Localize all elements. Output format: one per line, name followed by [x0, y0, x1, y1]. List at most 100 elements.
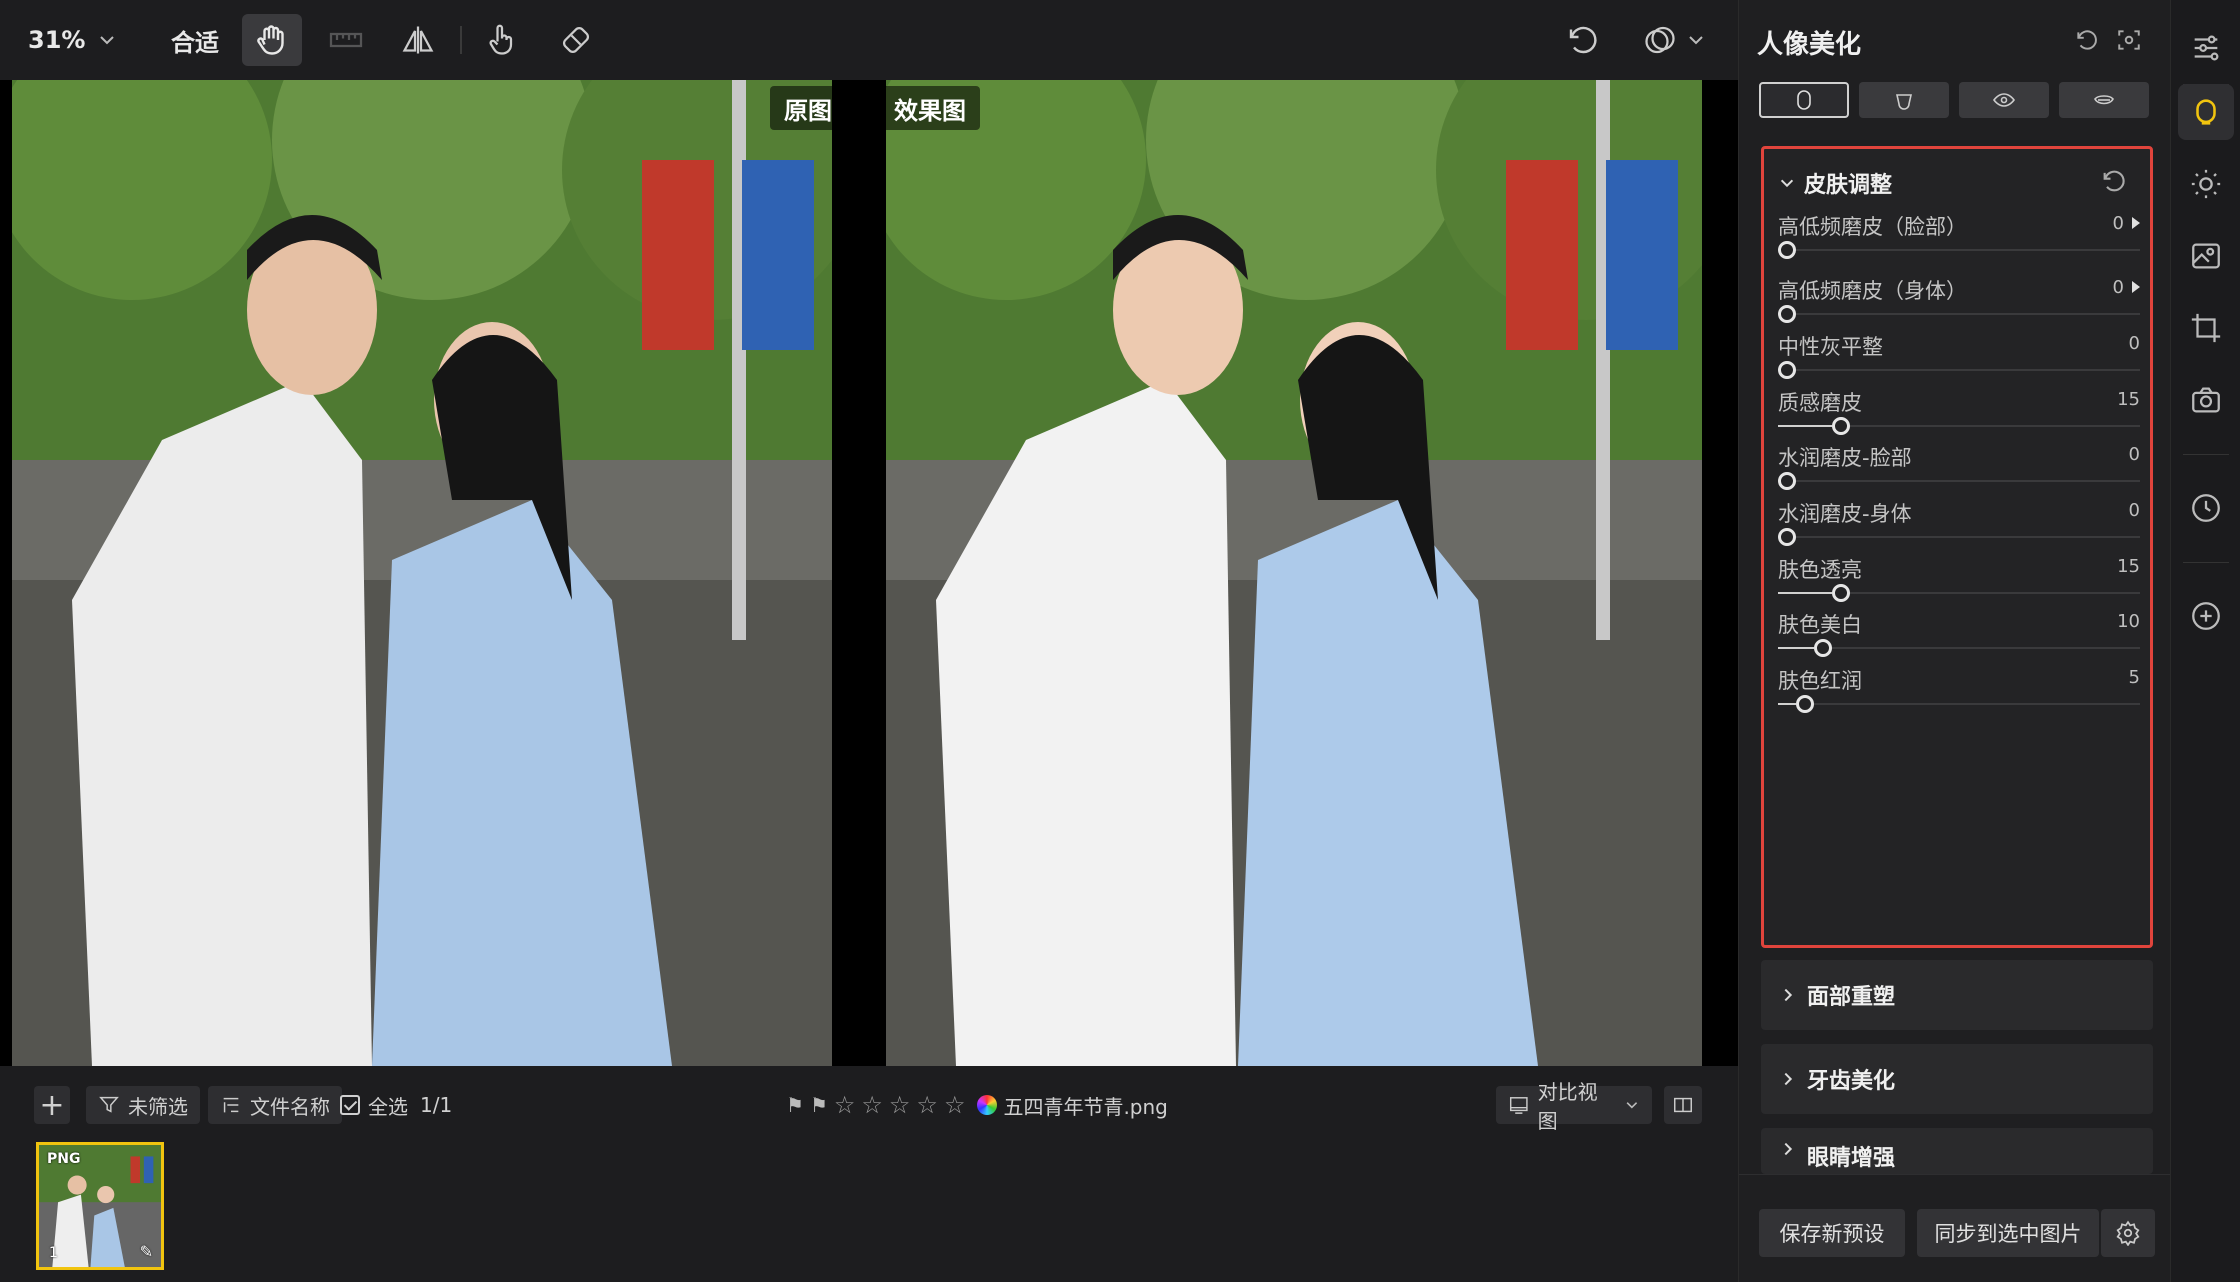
slider-label: 中性灰平整	[1778, 335, 1883, 359]
star-icon[interactable]: ☆	[889, 1091, 911, 1119]
slider-track[interactable]	[1778, 241, 2140, 259]
slider-track[interactable]	[1778, 584, 2140, 602]
tab-eyes[interactable]	[1959, 82, 2049, 118]
camera-tool-button[interactable]	[2178, 372, 2234, 428]
original-view-label: 原图	[770, 86, 846, 130]
skin-slider[interactable]: 中性灰平整 0	[1778, 331, 2140, 391]
overlay-dropdown[interactable]	[1684, 14, 1708, 66]
tab-face[interactable]	[1859, 82, 1949, 118]
sort-button[interactable]: 文件名称	[208, 1086, 342, 1124]
slider-value: 0	[2112, 277, 2124, 298]
slider-track[interactable]	[1778, 639, 2140, 657]
reject-flag-icon[interactable]: ⚑	[810, 1093, 828, 1117]
portrait-tool-button[interactable]	[2178, 84, 2234, 140]
light-tool-button[interactable]	[2178, 156, 2234, 212]
flag-icon[interactable]: ⚑	[786, 1093, 804, 1117]
sync-to-selected-button[interactable]: 同步到选中图片	[1917, 1209, 2099, 1257]
fit-button[interactable]: 合适	[160, 14, 230, 66]
skin-section-header[interactable]: 皮肤调整	[1778, 167, 1892, 199]
slider-value: 5	[2128, 667, 2140, 688]
skin-slider[interactable]: 水润磨皮-身体 0	[1778, 498, 2140, 558]
star-icon[interactable]: ☆	[944, 1091, 966, 1119]
preset-settings-button[interactable]	[2101, 1209, 2155, 1257]
color-label-icon[interactable]	[977, 1095, 998, 1115]
image-adjust-button[interactable]	[2178, 228, 2234, 284]
skin-slider[interactable]: 水润磨皮-脸部 0	[1778, 442, 2140, 502]
panel-footer: 保存新预设 同步到选中图片	[1739, 1174, 2171, 1282]
flip-tool-button[interactable]	[388, 14, 448, 66]
face-scan-button[interactable]	[2113, 24, 2145, 56]
slider-label: 高低频磨皮（脸部）	[1778, 215, 1967, 239]
slider-value: 0	[2128, 500, 2140, 521]
effect-photo	[886, 80, 1702, 1066]
face-scan-icon	[2118, 30, 2140, 50]
eraser-tool-button[interactable]	[546, 14, 606, 66]
panel-reset-button[interactable]	[2071, 24, 2103, 56]
reset-button[interactable]	[1556, 14, 1610, 66]
slider-label: 肤色红润	[1778, 669, 1862, 693]
slider-knob[interactable]	[1778, 305, 1796, 323]
adjustments-button[interactable]	[2178, 20, 2234, 76]
tab-skin[interactable]	[1759, 82, 1849, 118]
expand-arrow-icon[interactable]	[2132, 281, 2140, 293]
slider-knob[interactable]	[1778, 361, 1796, 379]
slider-knob[interactable]	[1778, 472, 1796, 490]
rotate-ccw-icon	[1569, 26, 1597, 54]
slider-track[interactable]	[1778, 472, 2140, 490]
slider-track[interactable]	[1778, 528, 2140, 546]
filter-button[interactable]: 未筛选	[86, 1086, 200, 1124]
crop-tool-button[interactable]	[2178, 300, 2234, 356]
slider-knob[interactable]	[1814, 639, 1832, 657]
add-tool-button[interactable]	[2178, 588, 2234, 644]
compare-view-dropdown[interactable]: 对比视图	[1496, 1080, 1652, 1133]
star-icon[interactable]: ☆	[916, 1091, 938, 1119]
slider-knob[interactable]	[1778, 241, 1796, 259]
image-canvas[interactable]: 原图 效果图	[0, 80, 1738, 1066]
crop-icon	[2191, 313, 2221, 343]
skin-slider[interactable]: 肤色透亮 15	[1778, 554, 2140, 614]
star-icon[interactable]: ☆	[861, 1091, 883, 1119]
skin-slider[interactable]: 肤色红润 5	[1778, 665, 2140, 725]
overlay-mode-button[interactable]	[1630, 14, 1690, 66]
slider-fill	[1778, 425, 1832, 427]
star-icon[interactable]: ☆	[834, 1091, 856, 1119]
slider-track[interactable]	[1778, 417, 2140, 435]
slider-knob[interactable]	[1832, 417, 1850, 435]
skin-slider[interactable]: 高低频磨皮（身体） 0	[1778, 275, 2140, 335]
expand-arrow-icon[interactable]	[2132, 217, 2140, 229]
slider-value: 0	[2128, 333, 2140, 354]
slider-knob[interactable]	[1796, 695, 1814, 713]
compare-view-label: 对比视图	[1537, 1080, 1598, 1133]
select-all-checkbox[interactable]: 全选	[340, 1086, 408, 1124]
thumbnail-format: PNG	[47, 1151, 81, 1167]
eye-enhance-section[interactable]: 眼睛增强	[1761, 1128, 2153, 1174]
skin-slider[interactable]: 肤色美白 10	[1778, 609, 2140, 669]
slider-knob[interactable]	[1832, 584, 1850, 602]
tab-teeth[interactable]	[2059, 82, 2149, 118]
filmstrip-thumbnail[interactable]: PNG 1 ✎	[36, 1142, 164, 1270]
slider-label: 水润磨皮-身体	[1778, 502, 1912, 526]
teeth-beauty-section[interactable]: 牙齿美化	[1761, 1044, 2153, 1114]
ruler-tool-button[interactable]	[316, 14, 376, 66]
slider-label: 肤色透亮	[1778, 558, 1862, 582]
top-toolbar: 31% 合适	[0, 0, 1738, 80]
filter-icon	[99, 1096, 119, 1113]
history-button[interactable]	[2178, 480, 2234, 536]
clock-icon	[2192, 494, 2220, 522]
slider-track[interactable]	[1778, 305, 2140, 323]
split-view-button[interactable]	[1664, 1086, 1702, 1124]
chevron-down-icon	[1626, 1102, 1638, 1109]
save-preset-button[interactable]: 保存新预设	[1759, 1209, 1905, 1257]
skin-slider[interactable]: 高低频磨皮（脸部） 0	[1778, 211, 2140, 271]
skin-slider[interactable]: 质感磨皮 15	[1778, 387, 2140, 447]
add-image-button[interactable]: +	[34, 1086, 70, 1124]
slider-knob[interactable]	[1778, 528, 1796, 546]
slider-track[interactable]	[1778, 361, 2140, 379]
face-reshape-section[interactable]: 面部重塑	[1761, 960, 2153, 1030]
slider-track[interactable]	[1778, 695, 2140, 713]
camera-icon	[2192, 387, 2220, 413]
hand-tool-button[interactable]	[242, 14, 302, 66]
pointer-tool-button[interactable]	[472, 14, 532, 66]
zoom-dropdown[interactable]: 31%	[28, 14, 128, 66]
skin-reset-button[interactable]	[2100, 167, 2128, 195]
